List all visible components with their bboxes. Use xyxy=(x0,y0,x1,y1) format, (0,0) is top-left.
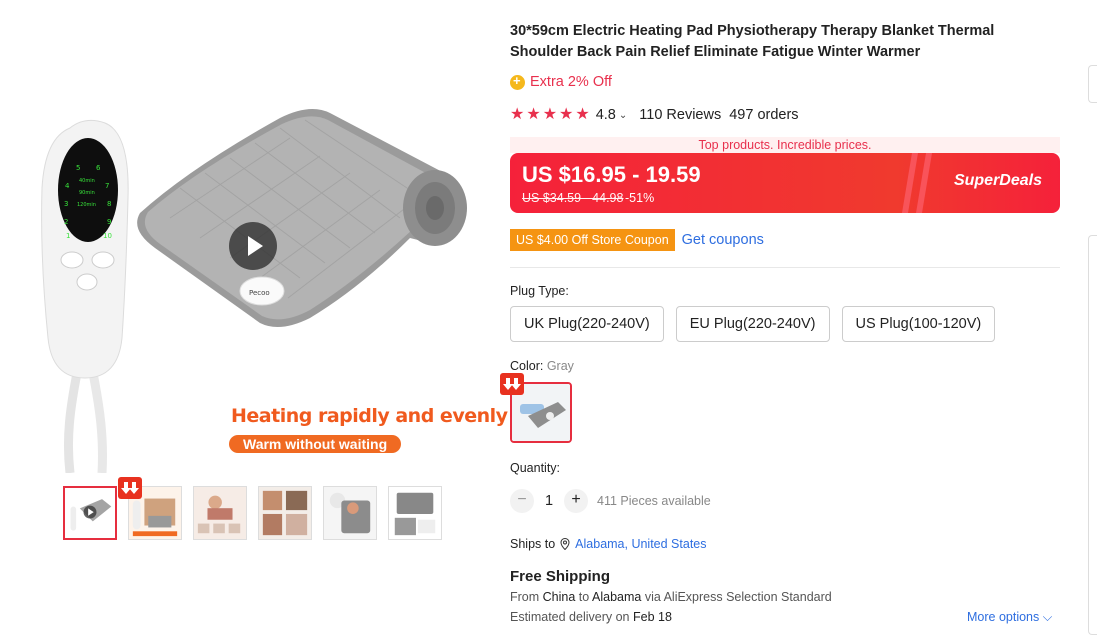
extra-offer-label: Extra 2% Off xyxy=(530,74,612,90)
original-price: US $34.59 - 44.98 xyxy=(522,191,624,205)
chevron-down-icon[interactable]: ⌄ xyxy=(619,110,627,121)
star-icon: ★ xyxy=(542,106,558,123)
thumbnail-3[interactable] xyxy=(193,486,247,540)
choice-badge-icon xyxy=(500,373,524,395)
chevron-down-icon: ⌵ xyxy=(1042,610,1053,624)
thumbnail-6[interactable] xyxy=(388,486,442,540)
plug-option-us[interactable]: US Plug(100-120V) xyxy=(841,306,996,342)
svg-text:7: 7 xyxy=(105,182,109,190)
product-title: 30*59cm Electric Heating Pad Physiothera… xyxy=(510,23,995,60)
star-icon: ★ xyxy=(510,106,525,123)
ships-to-label: Ships to xyxy=(510,537,556,551)
free-shipping-title: Free Shipping xyxy=(510,568,611,585)
quantity-label: Quantity: xyxy=(510,461,561,475)
svg-text:90min: 90min xyxy=(79,190,95,196)
shipping-from-prefix: From xyxy=(510,590,543,604)
location-pin-icon xyxy=(560,538,570,550)
star-rating: ★ ★ ★ ★ ★ xyxy=(510,107,590,123)
shipping-location-link[interactable]: Alabama, United States xyxy=(575,537,706,551)
superdeals-badge: SuperDeals xyxy=(953,172,1042,189)
plug-option-eu[interactable]: EU Plug(220-240V) xyxy=(675,306,830,342)
plug-type-label: Plug Type: xyxy=(510,284,569,298)
thumbnail-4[interactable] xyxy=(258,486,312,540)
quantity-increase-button[interactable]: + xyxy=(564,489,588,513)
more-options-label: More options xyxy=(967,610,1040,624)
svg-text:120min: 120min xyxy=(77,202,96,208)
svg-text:8: 8 xyxy=(107,200,111,208)
plug-options: UK Plug(220-240V) EU Plug(220-240V) US P… xyxy=(510,306,996,342)
promo-strip: Top products. Incredible prices. xyxy=(510,137,1060,153)
shipping-to-word: to xyxy=(575,590,592,604)
estimated-delivery-date: Feb 18 xyxy=(632,610,672,624)
play-video-button[interactable] xyxy=(229,222,277,270)
side-panel-edge xyxy=(1088,235,1097,635)
rating-row: ★ ★ ★ ★ ★ 4.8 ⌄ 110 Reviews 497 orders xyxy=(510,107,799,124)
orders-count: 497 orders xyxy=(729,107,799,123)
svg-text:Pecoo: Pecoo xyxy=(249,289,270,297)
main-product-image[interactable]: 5 6 4 7 3 8 2 9 1 10 40min 90min 120min xyxy=(30,78,508,473)
color-value: Gray xyxy=(546,359,574,373)
discount-percent: -51% xyxy=(625,191,655,205)
get-coupons-link[interactable]: Get coupons xyxy=(682,232,764,248)
svg-text:9: 9 xyxy=(107,218,111,226)
rating-value[interactable]: 4.8 xyxy=(596,107,616,123)
divider xyxy=(510,267,1060,268)
coupon-row: US $4.00 Off Store Coupon Get coupons xyxy=(510,229,764,251)
thumbnail-5[interactable] xyxy=(323,486,377,540)
coin-icon xyxy=(510,73,525,90)
extra-offer[interactable]: Extra 2% Off xyxy=(510,73,612,90)
plug-option-uk[interactable]: UK Plug(220-240V) xyxy=(510,306,664,342)
estimated-delivery-prefix: Estimated delivery on xyxy=(510,610,633,624)
shipping-route: From China to Alabama via AliExpress Sel… xyxy=(510,590,832,604)
star-icon: ★ xyxy=(559,106,574,123)
pieces-available: 411 Pieces available xyxy=(597,494,711,508)
svg-text:40min: 40min xyxy=(79,178,95,184)
shipping-destination: Alabama xyxy=(592,590,642,604)
promo-headline: Heating rapidly and evenly xyxy=(231,405,508,427)
star-icon: ★ xyxy=(526,106,541,123)
svg-text:2: 2 xyxy=(64,218,68,226)
quantity-stepper: − 1 + 411 Pieces available xyxy=(510,489,711,513)
quantity-decrease-button[interactable]: − xyxy=(510,489,534,513)
svg-text:10: 10 xyxy=(103,232,112,240)
store-coupon[interactable]: US $4.00 Off Store Coupon xyxy=(510,229,675,251)
price-box: US $16.95 - 19.59 US $34.59 - 44.98 -51%… xyxy=(510,153,1060,213)
estimated-delivery: Estimated delivery on Feb 18 xyxy=(510,610,672,624)
shipping-method: via AliExpress Selection Standard xyxy=(641,590,832,604)
color-label-row: Color: Gray xyxy=(510,359,574,373)
ships-to-row: Ships to Alabama, United States xyxy=(510,537,707,551)
star-icon: ★ xyxy=(575,106,590,123)
svg-text:3: 3 xyxy=(64,200,68,208)
svg-text:5: 5 xyxy=(76,164,80,172)
shipping-origin: China xyxy=(542,590,576,604)
svg-text:1: 1 xyxy=(66,232,70,240)
reviews-link[interactable]: 110 Reviews xyxy=(639,107,721,123)
promo-subline: Warm without waiting xyxy=(229,435,402,453)
choice-badge-icon xyxy=(118,477,142,499)
color-label: Color: xyxy=(510,359,544,373)
thumbnail-video[interactable] xyxy=(63,486,117,540)
quantity-value[interactable]: 1 xyxy=(534,493,564,509)
deal-stripes xyxy=(902,153,932,213)
side-panel-edge xyxy=(1088,65,1097,103)
current-price: US $16.95 - 19.59 xyxy=(522,162,701,187)
svg-text:6: 6 xyxy=(96,164,101,172)
svg-text:4: 4 xyxy=(65,182,70,190)
more-options-link[interactable]: More options ⌵ xyxy=(967,610,1052,625)
